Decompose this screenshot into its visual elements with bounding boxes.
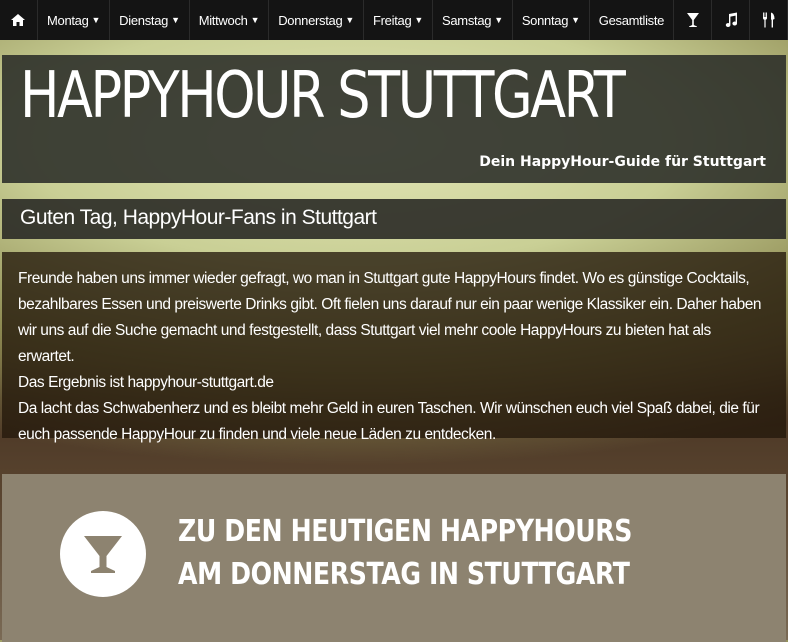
nav-item-freitag[interactable]: Freitag ▼ [364,0,433,40]
welcome-heading: Guten Tag, HappyHour-Fans in Stuttgart [20,206,377,229]
nav-home[interactable] [0,0,38,40]
home-icon [10,13,26,27]
nav-label: Mittwoch [198,12,248,28]
caret-down-icon: ▼ [91,15,101,25]
site-subtitle: Dein HappyHour-Guide für Stuttgart [479,154,766,170]
nav-item-sonntag[interactable]: Sonntag ▼ [513,0,590,40]
top-navigation: Montag ▼ Dienstag ▼ Mittwoch ▼ Donnerstag ▼ … [0,0,788,40]
nav-item-montag[interactable]: Montag ▼ [38,0,111,40]
site-title[interactable]: HAPPYHOUR STUTTGART [20,59,626,133]
nav-item-samstag[interactable]: Samstag ▼ [433,0,513,40]
nav-label: Donnerstag [278,12,343,28]
intro-paragraph: Da lacht das Schwabenherz und es bleibt … [18,400,760,443]
caret-down-icon: ▼ [345,15,355,25]
music-icon [724,12,738,28]
caret-down-icon: ▼ [171,15,180,25]
nav-item-dienstag[interactable]: Dienstag ▼ [110,0,190,40]
nav-label: Dienstag [119,12,169,28]
nav-music[interactable] [712,0,751,40]
nav-label: Sonntag [521,12,569,28]
restaurant-icon [762,12,776,28]
nav-label: Montag [46,12,89,28]
nav-label: Samstag [442,12,492,28]
nav-restaurants[interactable] [750,0,788,40]
nav-item-donnerstag[interactable]: Donnerstag ▼ [269,0,365,40]
intro-panel: Freunde haben uns immer wieder gefragt, … [2,252,786,443]
caret-down-icon: ▼ [250,15,260,25]
nav-label: Gesamtliste [598,12,665,28]
caret-down-icon: ▼ [414,15,423,25]
todays-happyhours-button[interactable]: ZU DEN HEUTIGEN HAPPYHOURS AM DONNERSTAG… [2,474,786,642]
nav-item-mittwoch[interactable]: Mittwoch ▼ [190,0,270,40]
intro-paragraph: Freunde haben uns immer wieder gefragt, … [18,270,762,365]
welcome-bar: Guten Tag, HappyHour-Fans in Stuttgart [2,199,786,239]
cocktail-icon [686,12,700,28]
nav-label: Freitag [373,12,412,28]
caret-down-icon: ▼ [571,15,580,25]
cocktail-glass-icon [60,511,146,597]
nav-item-gesamtliste[interactable]: Gesamtliste [590,0,675,40]
cta-label: ZU DEN HEUTIGEN HAPPYHOURS AM DONNERSTAG… [178,514,632,592]
intro-result-line: Das Ergebnis ist happyhour-stuttgart.de [18,374,274,391]
nav-cocktails[interactable] [674,0,713,40]
site-header: HAPPYHOUR STUTTGART Dein HappyHour-Guide… [2,55,786,183]
caret-down-icon: ▼ [494,15,503,25]
